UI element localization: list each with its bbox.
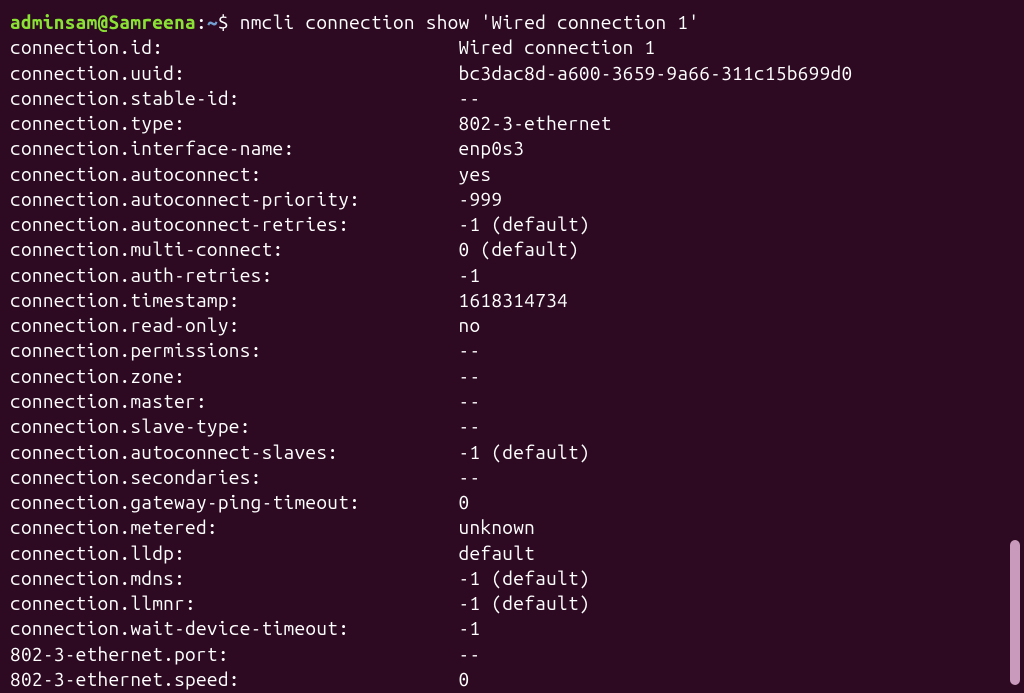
property-row: connection.permissions: -- — [10, 338, 1024, 363]
property-key: connection.mdns: — [10, 567, 459, 589]
property-value: -1 — [459, 264, 481, 286]
property-row: connection.autoconnect-slaves: -1 (defau… — [10, 440, 1024, 465]
property-row: connection.secondaries: -- — [10, 465, 1024, 490]
property-value: default — [459, 542, 536, 564]
property-key: connection.lldp: — [10, 542, 459, 564]
property-row: connection.auth-retries: -1 — [10, 263, 1024, 288]
property-key: connection.permissions: — [10, 339, 459, 361]
property-value: -999 — [459, 188, 503, 210]
property-value: -1 — [459, 617, 481, 639]
property-key: connection.autoconnect-priority: — [10, 188, 459, 210]
property-value: -1 (default) — [459, 567, 590, 589]
property-key: connection.multi-connect: — [10, 238, 459, 260]
property-value: -1 (default) — [459, 592, 590, 614]
prompt-path: ~ — [207, 10, 218, 35]
property-value: 0 — [459, 668, 470, 690]
property-value: -- — [459, 87, 481, 109]
scrollbar-thumb[interactable] — [1010, 540, 1020, 685]
property-value: bc3dac8d-a600-3659-9a66-311c15b699d0 — [459, 62, 853, 84]
property-row: connection.multi-connect: 0 (default) — [10, 237, 1024, 262]
property-row: connection.stable-id: -- — [10, 86, 1024, 111]
property-key: connection.stable-id: — [10, 87, 459, 109]
property-key: connection.secondaries: — [10, 466, 459, 488]
property-row: 802-3-ethernet.speed: 0 — [10, 667, 1024, 692]
property-row: connection.lldp: default — [10, 541, 1024, 566]
prompt-command: nmcli connection show 'Wired connection … — [240, 10, 699, 35]
property-key: connection.wait-device-timeout: — [10, 617, 459, 639]
property-value: -1 (default) — [459, 213, 590, 235]
property-row: connection.autoconnect: yes — [10, 162, 1024, 187]
property-key: connection.auth-retries: — [10, 264, 459, 286]
property-value: -- — [459, 466, 481, 488]
property-row: connection.interface-name: enp0s3 — [10, 136, 1024, 161]
property-row: connection.type: 802-3-ethernet — [10, 111, 1024, 136]
property-key: connection.slave-type: — [10, 415, 459, 437]
property-key: connection.timestamp: — [10, 289, 459, 311]
property-value: 802-3-ethernet — [459, 112, 612, 134]
property-row: connection.read-only: no — [10, 313, 1024, 338]
property-key: connection.llmnr: — [10, 592, 459, 614]
property-value: -1 (default) — [459, 441, 590, 463]
property-key: connection.id: — [10, 36, 459, 58]
property-value: 0 — [459, 491, 470, 513]
property-value: -- — [459, 339, 481, 361]
property-value: -- — [459, 365, 481, 387]
property-key: connection.gateway-ping-timeout: — [10, 491, 459, 513]
property-key: connection.type: — [10, 112, 459, 134]
property-row: connection.slave-type: -- — [10, 414, 1024, 439]
prompt-colon: : — [196, 10, 207, 35]
property-row: connection.metered: unknown — [10, 515, 1024, 540]
property-value: enp0s3 — [459, 137, 525, 159]
property-key: connection.autoconnect-retries: — [10, 213, 459, 235]
property-key: connection.interface-name: — [10, 137, 459, 159]
property-value: 1618314734 — [459, 289, 568, 311]
property-key: 802-3-ethernet.port: — [10, 643, 459, 665]
property-row: connection.gateway-ping-timeout: 0 — [10, 490, 1024, 515]
property-value: 0 (default) — [459, 238, 579, 260]
property-row: connection.uuid: bc3dac8d-a600-3659-9a66… — [10, 61, 1024, 86]
terminal-prompt: adminsam@Samreena:~$ nmcli connection sh… — [10, 10, 1024, 35]
property-value: yes — [459, 163, 492, 185]
property-key: connection.metered: — [10, 516, 459, 538]
property-key: connection.autoconnect-slaves: — [10, 441, 459, 463]
property-key: 802-3-ethernet.speed: — [10, 668, 459, 690]
property-row: connection.autoconnect-retries: -1 (defa… — [10, 212, 1024, 237]
property-row: 802-3-ethernet.port: -- — [10, 642, 1024, 667]
property-row: connection.master: -- — [10, 389, 1024, 414]
prompt-user-host: adminsam@Samreena — [10, 10, 196, 35]
prompt-dollar: $ — [218, 10, 240, 35]
property-value: -- — [459, 415, 481, 437]
property-value: -- — [459, 390, 481, 412]
property-key: connection.zone: — [10, 365, 459, 387]
terminal-output: connection.id: Wired connection 1connect… — [10, 35, 1024, 692]
property-row: connection.timestamp: 1618314734 — [10, 288, 1024, 313]
property-key: connection.uuid: — [10, 62, 459, 84]
property-value: unknown — [459, 516, 536, 538]
property-value: -- — [459, 643, 481, 665]
property-value: no — [459, 314, 481, 336]
property-row: connection.zone: -- — [10, 364, 1024, 389]
property-row: connection.id: Wired connection 1 — [10, 35, 1024, 60]
property-key: connection.master: — [10, 390, 459, 412]
property-key: connection.read-only: — [10, 314, 459, 336]
property-value: Wired connection 1 — [459, 36, 656, 58]
property-row: connection.wait-device-timeout: -1 — [10, 616, 1024, 641]
property-row: connection.llmnr: -1 (default) — [10, 591, 1024, 616]
property-key: connection.autoconnect: — [10, 163, 459, 185]
property-row: connection.mdns: -1 (default) — [10, 566, 1024, 591]
property-row: connection.autoconnect-priority: -999 — [10, 187, 1024, 212]
